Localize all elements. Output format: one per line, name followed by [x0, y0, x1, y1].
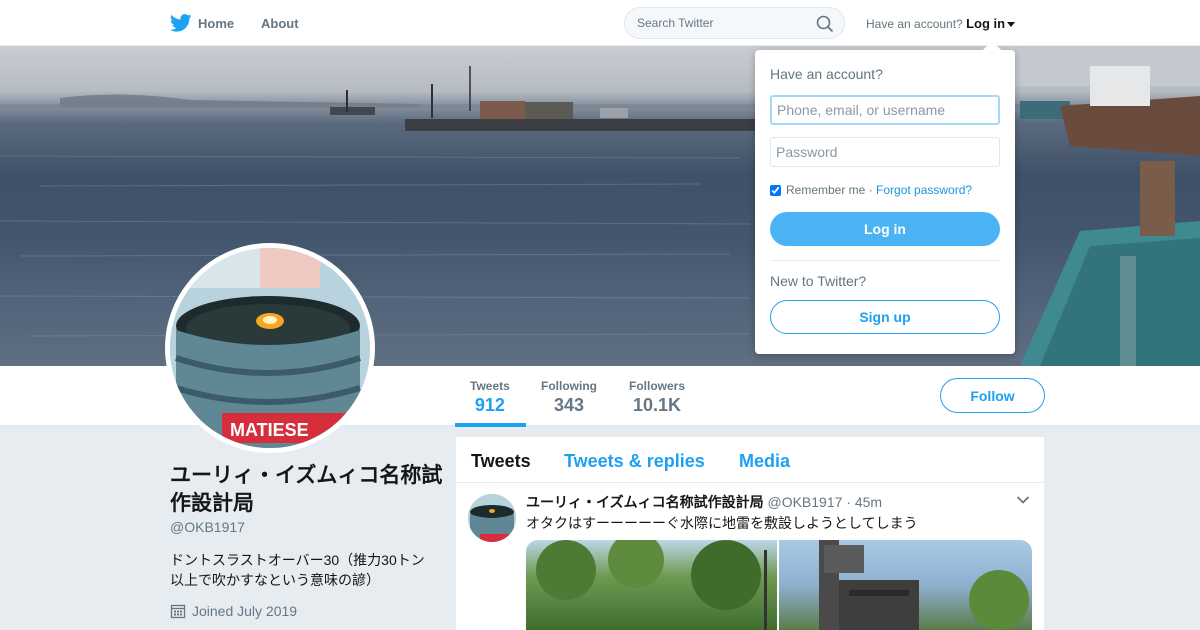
- nav-about-link[interactable]: About: [261, 0, 299, 46]
- active-stat-underline: [455, 423, 526, 427]
- login-button[interactable]: Log in: [770, 212, 1000, 246]
- joined-date: Joined July 2019: [192, 603, 298, 619]
- stat-following[interactable]: Following 343: [541, 379, 597, 416]
- timeline-tabs: Tweets Tweets & replies Media: [456, 437, 1044, 483]
- stat-followers-label: Followers: [629, 379, 686, 393]
- profile-avatar[interactable]: MATIESE: [165, 243, 375, 453]
- timeline: Tweets Tweets & replies Media ユーリィ・イズムィコ…: [456, 437, 1044, 630]
- tab-tweets-replies[interactable]: Tweets & replies: [564, 451, 705, 472]
- stat-followers-value: 10.1K: [632, 395, 682, 415]
- login-link-label[interactable]: Log in: [966, 16, 1005, 31]
- tweet-photo-trees[interactable]: [526, 540, 777, 630]
- tweet-timestamp[interactable]: · 45m: [846, 494, 882, 510]
- login-dropdown-title: Have an account?: [770, 66, 883, 82]
- nav-about-label: About: [261, 15, 299, 31]
- username-input[interactable]: [770, 95, 1000, 125]
- profile-name: ユーリィ・イズムィコ名称試作設計局: [170, 464, 443, 515]
- account-login-toggle[interactable]: Have an account? Log in: [866, 16, 1016, 31]
- tweet-avatar[interactable]: [468, 494, 516, 542]
- dropdown-divider: [770, 260, 1000, 261]
- avatar-label-text: MATIESE: [230, 420, 309, 440]
- tweet-header: ユーリィ・イズムィコ名称試作設計局 @OKB1917 · 45m: [526, 492, 882, 512]
- search-box[interactable]: Search Twitter: [624, 7, 845, 39]
- forgot-password-link[interactable]: Forgot password?: [876, 183, 972, 197]
- twitter-bird-icon: [170, 14, 192, 32]
- remember-me-row: Remember me · Forgot password?: [770, 183, 972, 197]
- stat-tweets[interactable]: Tweets 912: [470, 379, 510, 416]
- nav-home-link[interactable]: Home: [170, 0, 234, 46]
- chevron-down-icon[interactable]: [1016, 495, 1030, 505]
- account-prompt: Have an account?: [866, 17, 963, 31]
- follow-button[interactable]: Follow: [940, 378, 1045, 413]
- tweet-author-handle[interactable]: @OKB1917: [767, 494, 842, 510]
- nav-home-label: Home: [198, 15, 235, 31]
- stat-following-value: 343: [553, 395, 585, 415]
- search-icon[interactable]: [816, 15, 834, 33]
- password-input[interactable]: [770, 137, 1000, 167]
- tab-tweets[interactable]: Tweets: [471, 451, 531, 472]
- tab-media[interactable]: Media: [739, 451, 790, 472]
- profile-joined: Joined July 2019: [170, 603, 297, 619]
- profile-handle[interactable]: @OKB1917: [170, 519, 245, 535]
- caret-down-icon: [1007, 22, 1016, 28]
- stat-tweets-label: Tweets: [470, 379, 510, 393]
- stat-following-label: Following: [541, 379, 597, 393]
- remember-me-label[interactable]: Remember me: [786, 183, 865, 197]
- calendar-icon: [170, 604, 186, 619]
- remember-me-checkbox[interactable]: [770, 184, 781, 196]
- signup-button[interactable]: Sign up: [770, 300, 1000, 334]
- tweet-media[interactable]: [526, 540, 1032, 630]
- search-placeholder: Search Twitter: [637, 16, 714, 30]
- new-to-twitter-text: New to Twitter?: [770, 273, 867, 289]
- stat-tweets-value: 912: [474, 395, 505, 415]
- login-dropdown: Have an account? Remember me · Forgot pa…: [755, 41, 1015, 354]
- stat-followers[interactable]: Followers 10.1K: [629, 379, 685, 416]
- profile-bio: ドントスラストオーバー30（推力30トン以上で吹かすなという意味の諺）: [170, 552, 425, 588]
- tweet-photo-tower[interactable]: [779, 540, 1032, 630]
- tweet-author-name[interactable]: ユーリィ・イズムィコ名称試作設計局: [526, 494, 764, 510]
- top-navigation-bar: Home About Search Twitter Have an accoun…: [0, 0, 1200, 46]
- tweet-text: オタクはすーーーーーぐ水際に地雷を敷設しようとしてしまう: [526, 515, 918, 531]
